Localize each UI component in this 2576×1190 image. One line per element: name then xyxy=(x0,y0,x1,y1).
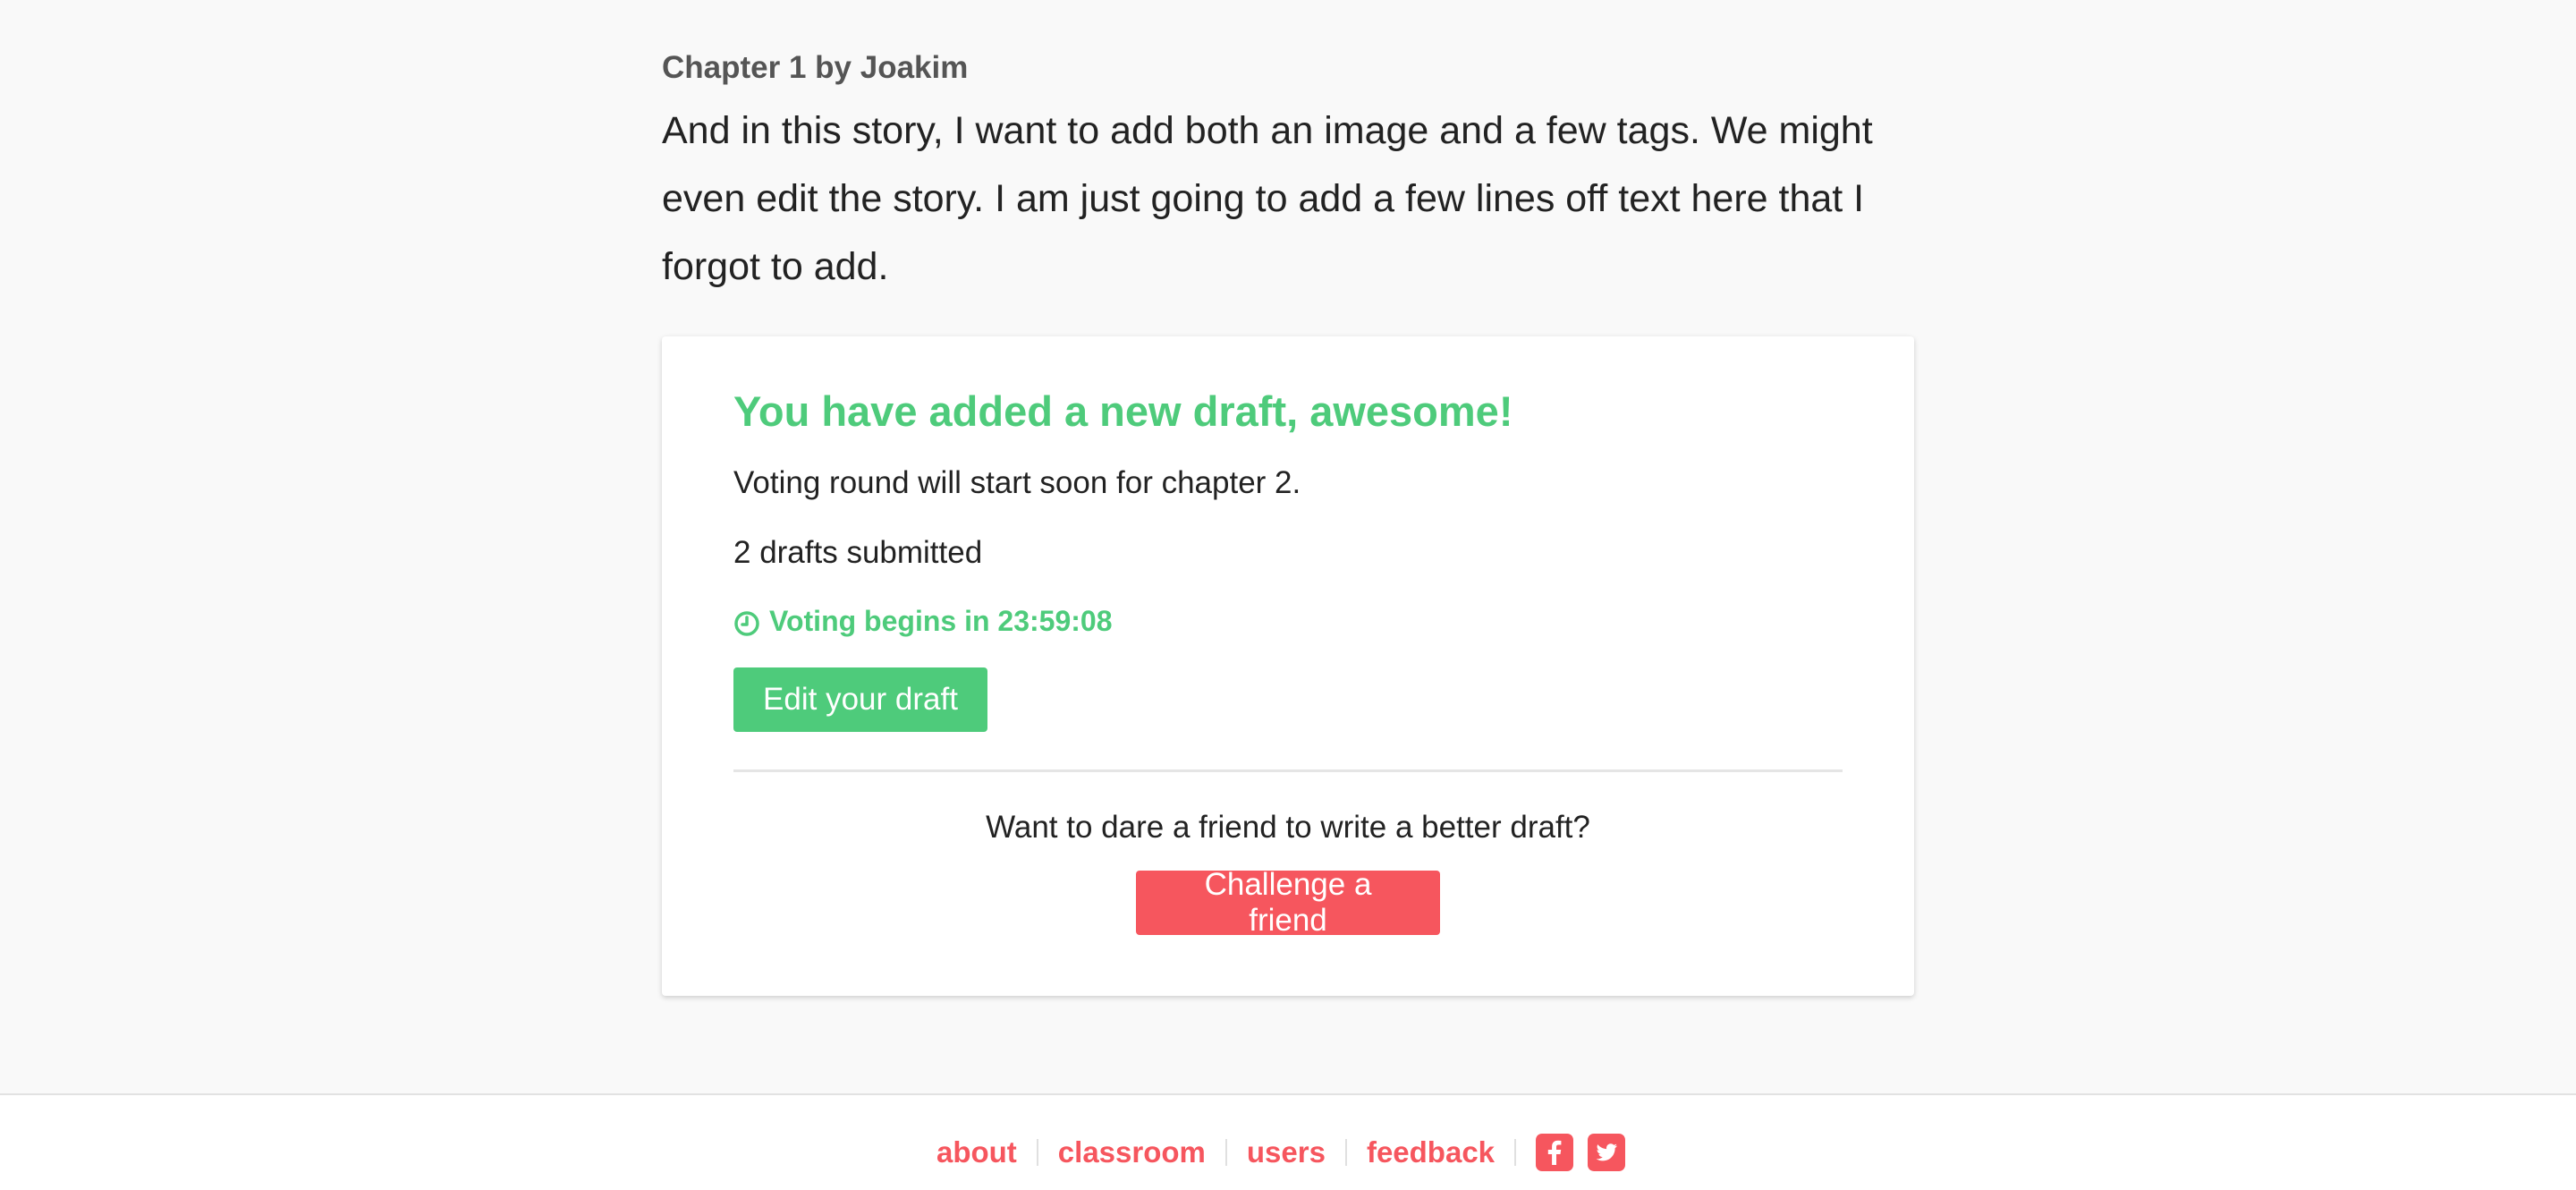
footer-divider xyxy=(1036,1139,1038,1166)
voting-countdown: Voting begins in 23:59:08 xyxy=(733,601,1843,641)
footer-divider xyxy=(1514,1139,1517,1166)
footer-divider xyxy=(1224,1139,1227,1166)
footer-link-classroom[interactable]: classroom xyxy=(1058,1133,1206,1172)
voting-countdown-text: Voting begins in 23:59:08 xyxy=(769,605,1113,637)
twitter-icon[interactable] xyxy=(1588,1134,1626,1171)
chapter-section: Chapter 1 by Joakim And in this story, I… xyxy=(662,45,1914,301)
footer: about classroom users feedback xyxy=(0,1093,2576,1190)
chapter-heading: Chapter 1 by Joakim xyxy=(662,50,969,85)
clock-icon xyxy=(733,608,760,636)
edit-draft-button[interactable]: Edit your draft xyxy=(733,667,987,732)
divider xyxy=(733,769,1843,772)
footer-link-about[interactable]: about xyxy=(936,1133,1017,1172)
voting-status-text: Voting round will start soon for chapter… xyxy=(733,465,1301,500)
challenge-friend-button[interactable]: Challenge a friend xyxy=(1136,867,1440,938)
draft-confirmation-card: You have added a new draft, awesome! Vot… xyxy=(662,336,1914,996)
facebook-icon[interactable] xyxy=(1536,1134,1574,1171)
challenge-prompt-text: Want to dare a friend to write a better … xyxy=(986,810,1590,845)
footer-divider xyxy=(1344,1139,1347,1166)
draft-added-title: You have added a new draft, awesome! xyxy=(733,387,1513,435)
chapter-text: And in this story, I want to add both an… xyxy=(662,109,1873,288)
footer-link-users[interactable]: users xyxy=(1247,1133,1326,1172)
drafts-submitted-count: 2 drafts submitted xyxy=(733,535,983,570)
footer-nav: about classroom users feedback xyxy=(0,1133,2576,1172)
footer-link-feedback[interactable]: feedback xyxy=(1367,1133,1495,1172)
